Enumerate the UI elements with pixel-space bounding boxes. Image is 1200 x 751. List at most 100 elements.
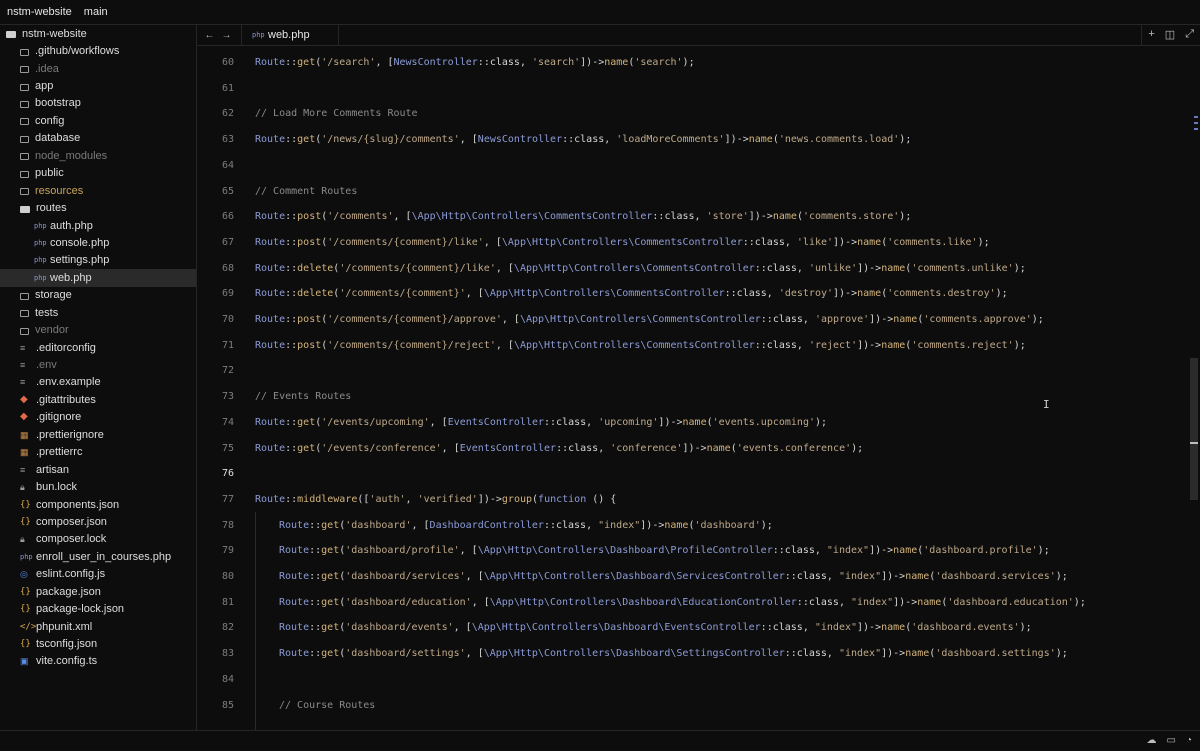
tree-item[interactable]: resources — [0, 182, 196, 199]
tree-item[interactable]: 🔒︎ bun.lock — [0, 478, 196, 495]
code-text: // Course Routes — [279, 699, 375, 713]
code-line[interactable]: 71 Route::post('/comments/{comment}/rejec… — [197, 339, 1187, 353]
tree-item[interactable]: config — [0, 112, 196, 129]
code-line[interactable]: 81 Route::get('dashboard/education', [\Ap… — [197, 596, 1187, 610]
code-editor[interactable]: 60 Route::get('/search', [NewsController:… — [197, 46, 1200, 730]
code-token: name — [893, 314, 918, 325]
tree-item[interactable]: public — [0, 165, 196, 182]
tree-item[interactable]: ▦ .prettierrc — [0, 444, 196, 461]
code-line[interactable]: 66 Route::post('/comments', [\App\Http\Co… — [197, 210, 1187, 224]
tree-item[interactable]: {} package-lock.json — [0, 600, 196, 617]
tree-item[interactable]: 🔒︎ composer.lock — [0, 531, 196, 548]
code-token: ])-> — [682, 442, 707, 454]
tree-item[interactable]: {} package.json — [0, 583, 196, 600]
code-line[interactable]: 82 Route::get('dashboard/events', [\App\H… — [197, 621, 1187, 635]
tree-item-label: public — [35, 167, 64, 180]
project-name[interactable]: nstm-website — [7, 6, 72, 18]
code-line[interactable]: 64 — [197, 159, 1187, 173]
cloud-icon[interactable]: ☁ — [1147, 735, 1157, 746]
tree-item[interactable]: php settings.php — [0, 252, 196, 269]
editor-scrollbar[interactable] — [1190, 358, 1198, 500]
tree-item-label: enroll_user_in_courses.php — [36, 550, 172, 563]
tree-item[interactable]: ≡ .env.example — [0, 374, 196, 391]
code-line[interactable]: 83 Route::get('dashboard/settings', [\App… — [197, 647, 1187, 661]
code-line[interactable]: 69 Route::delete('/comments/{comment}', [… — [197, 287, 1187, 301]
code-line[interactable]: 74 Route::get('/events/upcoming', [Events… — [197, 416, 1187, 430]
code-line[interactable]: 79 Route::get('dashboard/profile', [\App\… — [197, 544, 1187, 558]
tree-item[interactable]: php web.php — [0, 269, 196, 287]
bell-icon[interactable]: ◔ — [1186, 735, 1192, 746]
code-token: ::class, — [724, 288, 779, 300]
new-tab-icon[interactable]: + — [1148, 28, 1154, 41]
tree-item[interactable]: {} components.json — [0, 496, 196, 513]
tree-item[interactable]: </> phpunit.xml — [0, 618, 196, 635]
tree-item[interactable]: php auth.php — [0, 217, 196, 234]
tree-item-label: artisan — [36, 463, 70, 476]
tree-item[interactable]: ≡ artisan — [0, 461, 196, 478]
code-line[interactable]: 60 Route::get('/search', [NewsController:… — [197, 56, 1187, 70]
code-line[interactable]: 68 Route::delete('/comments/{comment}/lik… — [197, 262, 1187, 276]
code-token: Route — [255, 262, 286, 274]
code-line[interactable]: 75 Route::get('/events/conference', [Even… — [197, 442, 1187, 456]
split-pane-icon[interactable]: ◫ — [1165, 28, 1175, 41]
tree-item[interactable]: routes — [0, 199, 196, 216]
code-line[interactable]: 80 Route::get('dashboard/services', [\App… — [197, 570, 1187, 584]
tree-item[interactable]: ▦ .prettierignore — [0, 426, 196, 443]
code-token: '/news/{slug}/comments' — [321, 134, 460, 146]
code-line[interactable]: 77 Route::middleware(['auth', 'verified']… — [197, 493, 1187, 507]
code-line[interactable]: 65 // Comment Routes — [197, 185, 1187, 199]
code-line[interactable]: 72 — [197, 364, 1187, 378]
folder-open-icon — [20, 205, 30, 213]
code-token: ::class, — [544, 416, 599, 428]
lock-icon: 🔒︎ — [20, 534, 25, 545]
tree-item[interactable]: bootstrap — [0, 95, 196, 112]
code-line[interactable]: 78 Route::get('dashboard', [DashboardCont… — [197, 519, 1187, 533]
tree-item[interactable]: .idea — [0, 60, 196, 77]
branch-name[interactable]: main — [84, 6, 108, 18]
tree-item[interactable]: database — [0, 130, 196, 147]
code-token: name — [905, 648, 930, 660]
tree-item-label: package-lock.json — [36, 603, 125, 616]
code-token: :: — [285, 339, 298, 351]
terminal-icon[interactable]: ▭ — [1167, 735, 1176, 746]
tree-item[interactable]: vendor — [0, 321, 196, 338]
tree-item[interactable]: .github/workflows — [0, 42, 196, 59]
tree-item[interactable]: {} tsconfig.json — [0, 635, 196, 652]
tree-item[interactable]: ≡ .env — [0, 356, 196, 373]
tree-item[interactable]: ◆ .gitattributes — [0, 391, 196, 408]
tree-item[interactable]: tests — [0, 304, 196, 321]
forward-button[interactable]: → — [218, 30, 235, 41]
tree-item-label: resources — [35, 184, 84, 197]
back-button[interactable]: ← — [201, 30, 218, 41]
tree-item[interactable]: ◎ eslint.config.js — [0, 566, 196, 583]
tree-item[interactable]: app — [0, 77, 196, 94]
code-line[interactable]: 85 // Course Routes — [197, 699, 1187, 713]
code-token: Route — [255, 134, 286, 146]
code-token: ])-> — [869, 545, 894, 557]
code-line[interactable]: 61 — [197, 82, 1187, 96]
code-token: :: — [285, 442, 298, 454]
line-number: 71 — [221, 339, 234, 351]
code-line[interactable]: 67 Route::post('/comments/{comment}/like'… — [197, 236, 1187, 250]
code-line[interactable]: 62 // Load More Comments Route — [197, 107, 1187, 121]
code-token: name — [604, 57, 629, 68]
code-line[interactable]: 73 // Events Routes — [197, 390, 1187, 404]
code-line[interactable]: 84 — [197, 673, 1187, 687]
code-line[interactable]: 63 Route::get('/news/{slug}/comments', [N… — [197, 133, 1187, 147]
tree-item[interactable]: php console.php — [0, 234, 196, 251]
tree-item[interactable]: ≡ .editorconfig — [0, 339, 196, 356]
tree-item[interactable]: ◆ .gitignore — [0, 409, 196, 426]
tree-item[interactable]: ▣ vite.config.ts — [0, 653, 196, 670]
tree-item[interactable]: {} composer.json — [0, 513, 196, 530]
code-line[interactable]: 76 — [197, 467, 1187, 481]
code-token: ])-> — [658, 416, 683, 428]
tree-item[interactable]: storage — [0, 287, 196, 304]
tree-item[interactable]: node_modules — [0, 147, 196, 164]
maximize-icon[interactable]: ⤢ — [1185, 28, 1194, 41]
tree-item[interactable]: php enroll_user_in_courses.php — [0, 548, 196, 565]
tab-web-php[interactable]: php web.php — [241, 25, 339, 45]
tree-item[interactable]: nstm-website — [0, 25, 196, 42]
code-token: , [ — [441, 442, 460, 454]
code-line[interactable]: 70 Route::post('/comments/{comment}/appro… — [197, 313, 1187, 327]
tab-bar: ← → php web.php + ◫ ⤢ — [197, 25, 1200, 46]
